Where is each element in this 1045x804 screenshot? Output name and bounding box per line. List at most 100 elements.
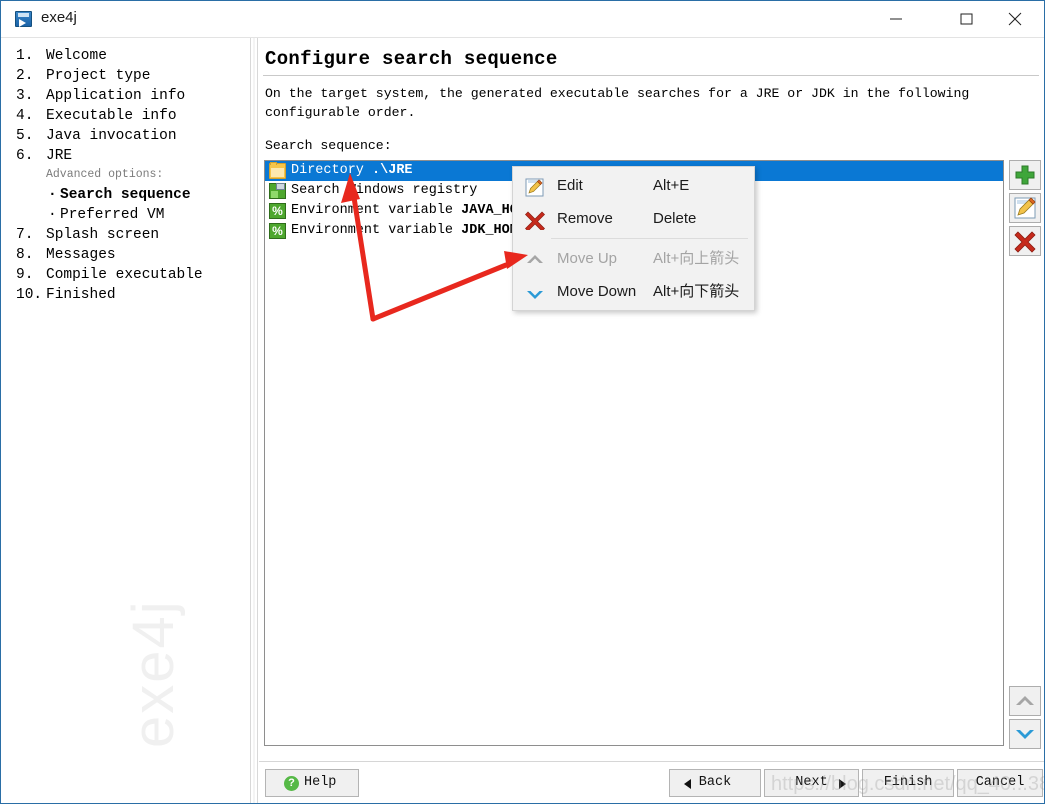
list-item-label: Environment variable [291,223,462,238]
envvar-icon: % [269,203,286,219]
sidebar-item-welcome[interactable]: 1. Welcome [2,48,250,68]
plus-icon [1015,165,1035,185]
maximize-button[interactable] [944,1,990,36]
help-icon: ? [284,776,299,791]
sidebar-item-java-invocation[interactable]: 5. Java invocation [2,128,250,148]
page-title: Configure search sequence [265,48,558,70]
context-menu-item-accel: Alt+向下箭头 [653,283,740,300]
sidebar-item-finished[interactable]: 10. Finished [2,287,250,307]
registry-icon [269,183,286,199]
chevron-down-icon [1016,730,1034,739]
close-icon [1008,12,1022,26]
title-divider [263,75,1039,76]
footer-divider [259,761,1044,762]
title-bar: exe4j [1,1,1044,38]
step-number: 5. [16,128,34,144]
sidebar-item-splash-screen[interactable]: 7. Splash screen [2,227,250,247]
sidebar-watermark: exe4j [121,599,186,748]
sidebar-item-search-sequence[interactable]: · Search sequence [2,187,250,207]
context-menu-item-accel: Alt+E [653,177,690,194]
move-up-button[interactable] [1009,686,1041,716]
chevron-down-icon [525,282,545,301]
folder-icon [269,162,286,179]
steps-list: 1. Welcome 2. Project type 3. Applicatio… [2,38,250,307]
context-menu-item-label: Move Up [557,250,618,267]
step-label: Messages [46,247,116,263]
list-item-label: Environment variable [291,203,462,218]
step-label: Executable info [46,108,177,124]
step-number: 2. [16,68,34,84]
page-description: On the target system, the generated exec… [265,86,970,120]
step-number: 1. [16,48,34,64]
step-label: Welcome [46,48,107,64]
context-menu-move-down[interactable]: Move Down Alt+向下箭头 [513,275,754,308]
bullet-icon: · [48,187,57,203]
context-menu-edit[interactable]: Edit Alt+E [513,169,754,202]
close-button[interactable] [992,1,1038,36]
step-number: 9. [16,267,34,283]
step-number: 6. [16,148,34,164]
footer-watermark: https://blog.csdn.net/qq_40...38 [771,773,1045,795]
list-item-label: Directory [291,163,373,178]
advanced-options-header: Advanced options: [46,168,164,181]
context-menu-move-up[interactable]: Move Up Alt+向上箭头 [513,242,754,275]
chevron-up-icon [525,249,545,268]
main-panel: Configure search sequence On the target … [259,38,1044,803]
maximize-icon [960,13,973,25]
sidebar-item-preferred-vm[interactable]: · Preferred VM [2,207,250,227]
step-number: 10. [16,287,43,303]
back-button[interactable]: Back [669,769,761,797]
step-label: Project type [46,68,151,84]
context-menu-item-accel: Alt+向上箭头 [653,250,740,267]
wizard-steps-sidebar: 1. Welcome 2. Project type 3. Applicatio… [2,38,250,803]
edit-button[interactable] [1009,193,1041,223]
pencil-icon [1014,197,1036,219]
search-sequence-label: Search sequence: [265,138,392,153]
context-menu-item-label: Edit [557,177,583,194]
context-menu-item-label: Remove [557,210,613,227]
step-label: Compile executable [46,267,203,283]
minimize-icon [890,18,902,20]
red-x-icon [525,209,545,232]
step-number: 4. [16,108,34,124]
triangle-left-icon [684,779,691,789]
add-button[interactable] [1009,160,1041,190]
step-label: Java invocation [46,128,177,144]
context-menu-remove[interactable]: Remove Delete [513,202,754,235]
bullet-icon: · [48,207,57,223]
delete-button[interactable] [1009,226,1041,256]
step-label: Finished [46,287,116,303]
help-button-label: Help [304,775,337,790]
sidebar-item-project-type[interactable]: 2. Project type [2,68,250,88]
list-item-value: .\JRE [372,163,413,178]
context-menu-item-label: Move Down [557,283,637,300]
context-menu-separator [551,238,748,239]
window-title: exe4j [41,9,77,26]
sidebar-item-application-info[interactable]: 3. Application info [2,88,250,108]
step-number: 3. [16,88,34,104]
pane-splitter[interactable] [250,38,258,803]
exe4j-wizard-window: exe4j 1. Welcome 2. Project type 3. Appl… [0,0,1045,804]
sidebar-item-messages[interactable]: 8. Messages [2,247,250,267]
step-label: Application info [46,88,186,104]
list-item-label: Search Windows registry [291,183,478,198]
sidebar-item-executable-info[interactable]: 4. Executable info [2,108,250,128]
sidebar-item-jre[interactable]: 6. JRE [2,148,250,168]
back-button-label: Back [698,775,732,790]
chevron-up-icon [1016,696,1034,705]
pencil-icon [525,176,545,197]
red-x-icon [1014,231,1036,253]
envvar-icon: % [269,223,286,239]
help-button[interactable]: ? Help [265,769,359,797]
step-label: JRE [46,148,73,164]
sidebar-item-compile-executable[interactable]: 9. Compile executable [2,267,250,287]
step-number: 8. [16,247,34,263]
step-label: Splash screen [46,227,160,243]
exe4j-app-icon [15,11,32,27]
substep-label: Search sequence [60,187,191,203]
step-number: 7. [16,227,34,243]
substep-label: Preferred VM [60,207,165,223]
context-menu[interactable]: Edit Alt+E Remove Delete Move Up Alt+向上箭… [512,166,755,311]
minimize-button[interactable] [874,1,920,36]
move-down-button[interactable] [1009,719,1041,749]
